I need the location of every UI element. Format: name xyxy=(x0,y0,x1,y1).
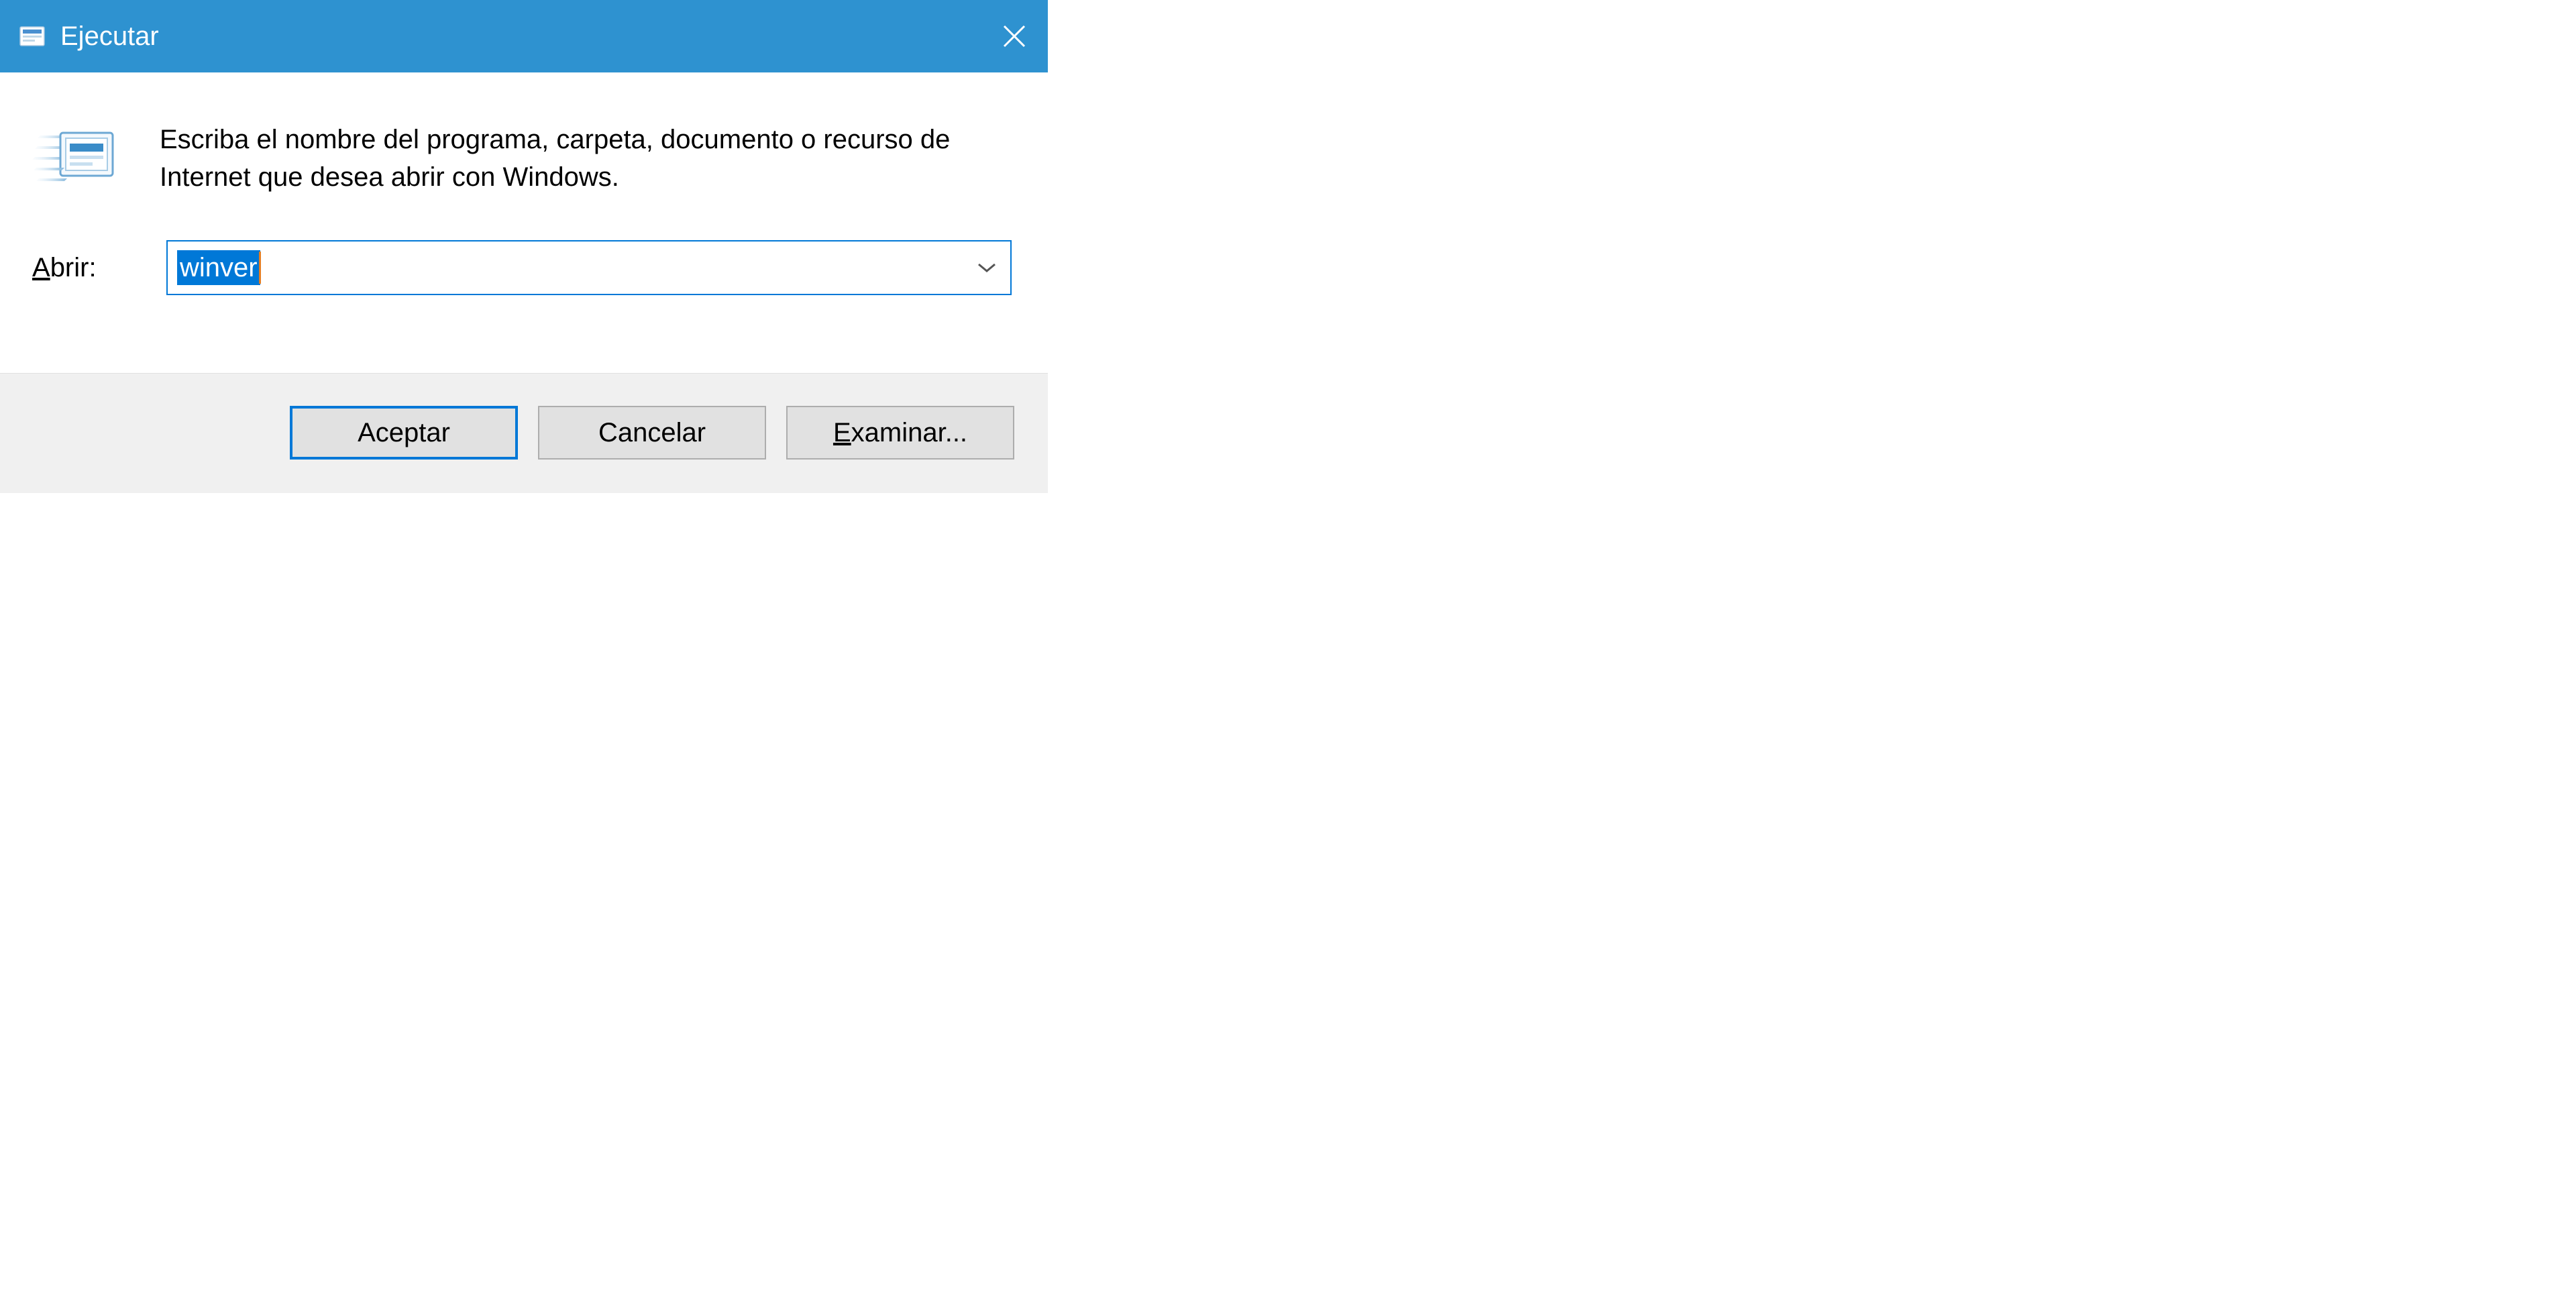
text-cursor xyxy=(259,252,261,284)
open-combobox[interactable]: winver xyxy=(166,240,1012,295)
ok-button[interactable]: Aceptar xyxy=(290,406,518,460)
button-bar: Aceptar Cancelar Examinar... xyxy=(0,373,1048,493)
chevron-down-icon xyxy=(977,262,997,274)
open-input-value: winver xyxy=(177,250,260,285)
cancel-button[interactable]: Cancelar xyxy=(538,406,766,460)
info-row: Escriba el nombre del programa, carpeta,… xyxy=(32,121,1021,197)
run-dialog-icon xyxy=(32,123,119,197)
titlebar: Ejecutar xyxy=(0,0,1048,72)
run-dialog-titlebar-icon xyxy=(19,23,48,50)
close-button[interactable] xyxy=(994,16,1034,56)
browse-button[interactable]: Examinar... xyxy=(786,406,1014,460)
open-label: Abrir: xyxy=(32,253,166,283)
dialog-content: Escriba el nombre del programa, carpeta,… xyxy=(0,72,1048,322)
input-row: Abrir: winver xyxy=(32,240,1021,295)
dialog-description: Escriba el nombre del programa, carpeta,… xyxy=(160,121,1021,196)
close-icon xyxy=(1002,23,1027,49)
dropdown-arrow[interactable] xyxy=(977,262,997,274)
window-title: Ejecutar xyxy=(60,21,159,52)
